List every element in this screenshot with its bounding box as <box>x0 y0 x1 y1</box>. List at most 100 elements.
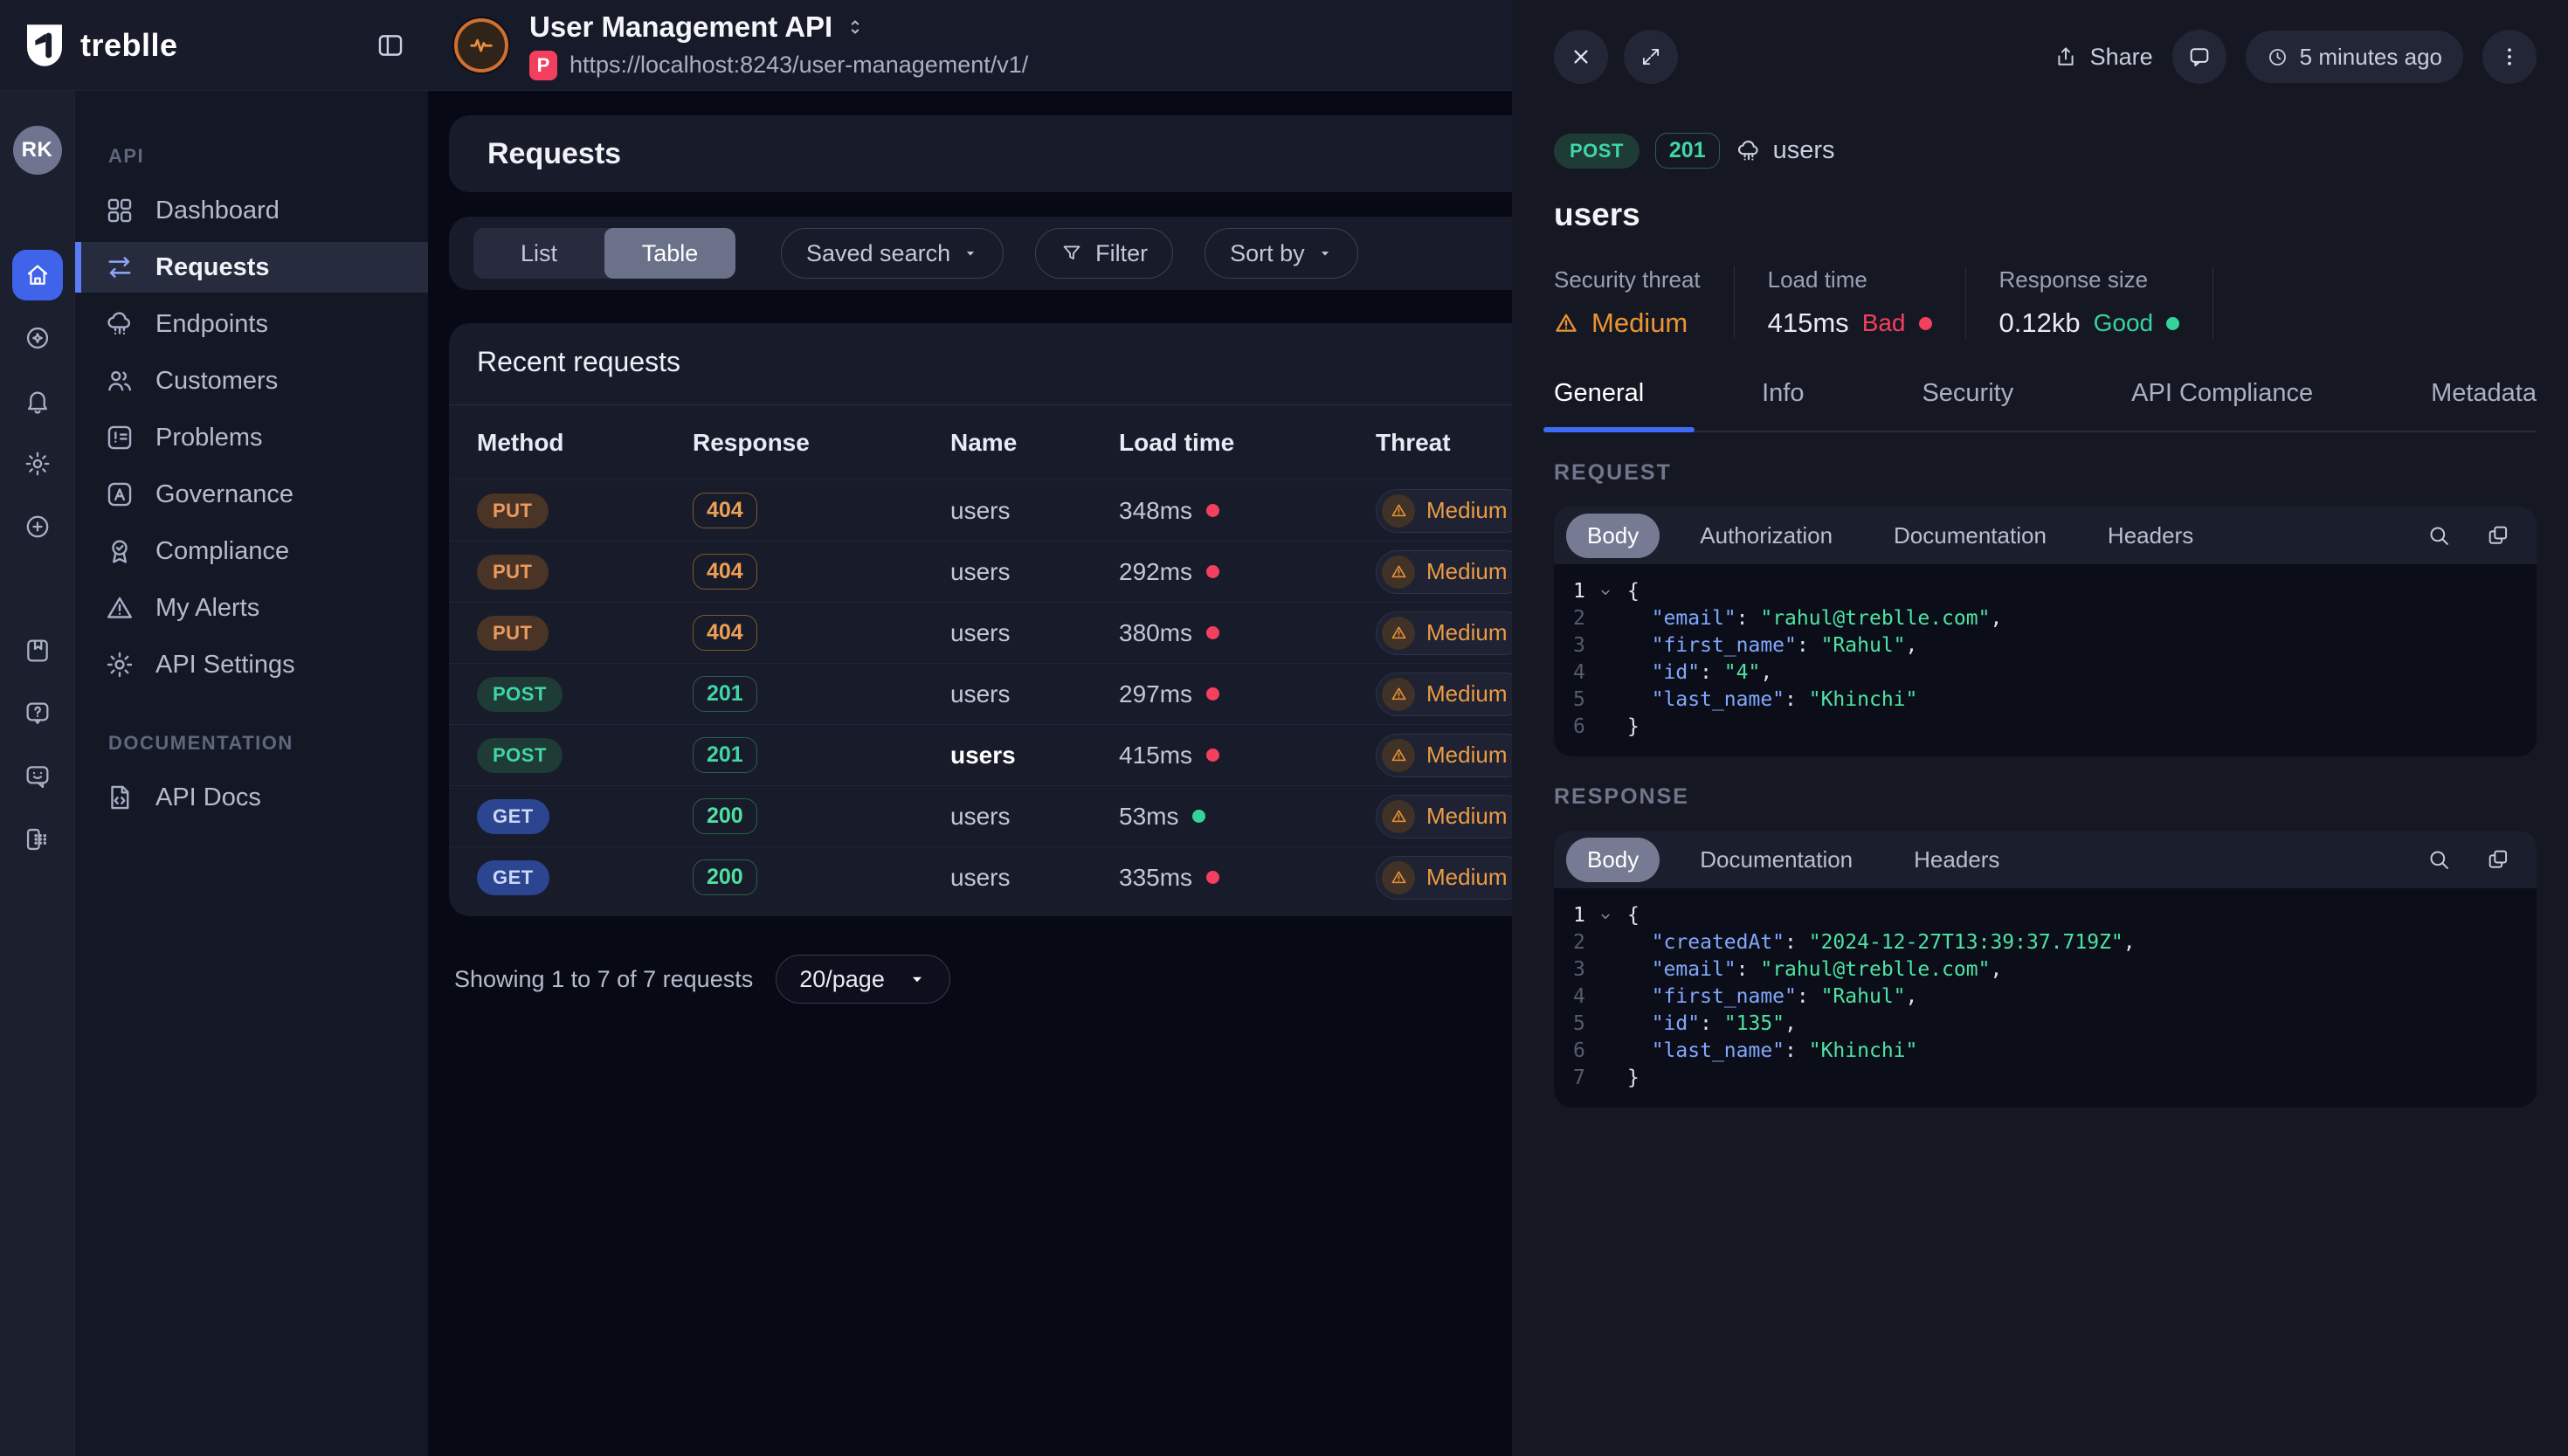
close-button[interactable] <box>1554 30 1608 84</box>
column-header: Load time <box>1119 429 1376 457</box>
table-row[interactable]: PUT404users348msMedium <box>449 480 1512 541</box>
sidebar-item-compliance[interactable]: Compliance <box>75 526 428 576</box>
environment-badge: P <box>529 51 557 80</box>
filter-button[interactable]: Filter <box>1035 228 1173 279</box>
threat-level: Medium <box>1426 864 1507 891</box>
search-icon[interactable] <box>2426 523 2451 548</box>
project-switcher[interactable]: User Management API <box>529 10 1028 44</box>
project-avatar[interactable] <box>454 18 508 72</box>
endpoints-icon <box>1736 138 1762 164</box>
rail-notifications[interactable] <box>12 376 63 426</box>
rail-home[interactable] <box>12 250 63 300</box>
expand-button[interactable] <box>1624 30 1678 84</box>
share-icon <box>2054 45 2078 69</box>
status-badge: 200 <box>693 798 757 834</box>
table-row[interactable]: GET200users335msMedium <box>449 846 1512 907</box>
rail-explore[interactable] <box>12 313 63 363</box>
drawer-topbar: Share 5 minutes ago <box>1554 30 2537 84</box>
sidebar-item-api-settings[interactable]: API Settings <box>75 639 428 690</box>
sidebar-item-api-docs[interactable]: API Docs <box>75 772 428 823</box>
fold-chevron-icon[interactable] <box>1598 908 1627 924</box>
table-row[interactable]: GET200users53msMedium <box>449 785 1512 846</box>
stat-security-threat: Security threatMedium <box>1554 266 1735 339</box>
sidebar-item-requests[interactable]: Requests <box>75 242 428 293</box>
load-time-value: 348ms <box>1119 497 1192 525</box>
load-status-dot <box>1206 749 1219 762</box>
body-tab-authorization[interactable]: Authorization <box>1679 514 1854 558</box>
filter-label: Filter <box>1095 240 1148 267</box>
sidebar-item-label: Endpoints <box>155 310 268 339</box>
rail-apps[interactable] <box>12 814 63 865</box>
page-content: Requests ListTable Saved search Filter S… <box>428 91 1512 1456</box>
help-bubble-icon <box>24 700 52 728</box>
apps-icon <box>24 825 52 853</box>
page-title-card: Requests <box>449 115 1512 192</box>
copy-icon <box>2486 523 2510 548</box>
stat-value: 415ms <box>1768 307 1849 339</box>
sidebar-collapse-icon[interactable] <box>376 31 405 60</box>
comment-button[interactable] <box>2172 30 2226 84</box>
view-option-table[interactable]: Table <box>604 228 735 279</box>
response-body-card: BodyDocumentationHeaders 1{2 "createdAt"… <box>1554 831 2537 1108</box>
table-row[interactable]: PUT404users380msMedium <box>449 602 1512 663</box>
unfold-icon <box>845 17 866 38</box>
body-tab-documentation[interactable]: Documentation <box>1679 838 1874 882</box>
timestamp-pill[interactable]: 5 minutes ago <box>2246 31 2463 83</box>
warning-icon <box>1382 800 1415 833</box>
copy-icon[interactable] <box>2486 523 2510 548</box>
body-tab-headers[interactable]: Headers <box>2087 514 2214 558</box>
threat-badge: Medium <box>1376 795 1512 838</box>
code-content: "first_name": "Rahul", <box>1627 983 1917 1011</box>
view-option-list[interactable]: List <box>473 228 604 279</box>
page-size-select[interactable]: 20/page <box>776 955 950 1004</box>
sidebar-item-my-alerts[interactable]: My Alerts <box>75 583 428 633</box>
load-status-dot <box>1206 871 1219 884</box>
sidebar-item-endpoints[interactable]: Endpoints <box>75 299 428 349</box>
body-tab-documentation[interactable]: Documentation <box>1873 514 2068 558</box>
method-badge: PUT <box>477 616 549 651</box>
sidebar-item-dashboard[interactable]: Dashboard <box>75 185 428 236</box>
user-avatar[interactable]: RK <box>13 126 62 175</box>
line-number: 2 <box>1554 605 1598 632</box>
request-name: users <box>950 497 1010 524</box>
table-row[interactable]: PUT404users292msMedium <box>449 541 1512 602</box>
search-icon[interactable] <box>2426 847 2451 872</box>
request-title: users <box>1554 197 2537 233</box>
sidebar-item-label: Dashboard <box>155 197 280 225</box>
threat-level: Medium <box>1426 742 1507 769</box>
clock-icon <box>2267 46 2288 68</box>
body-tab-body[interactable]: Body <box>1566 514 1660 558</box>
pulse-icon <box>467 31 495 59</box>
share-icon <box>2054 45 2078 69</box>
tab-security[interactable]: Security <box>1922 379 2013 431</box>
request-name: users <box>950 742 1016 769</box>
sidebar-item-problems[interactable]: Problems <box>75 412 428 463</box>
body-tab-headers[interactable]: Headers <box>1893 838 2020 882</box>
method-badge: GET <box>477 799 549 834</box>
request-name: users <box>950 803 1010 830</box>
rail-help[interactable] <box>12 688 63 739</box>
threat-badge: Medium <box>1376 673 1512 716</box>
share-button[interactable]: Share <box>2054 44 2153 71</box>
rail-library[interactable] <box>12 625 63 676</box>
rail-add[interactable] <box>12 501 63 552</box>
sort-by-button[interactable]: Sort by <box>1205 228 1358 279</box>
sidebar-item-governance[interactable]: Governance <box>75 469 428 520</box>
tab-general[interactable]: General <box>1554 379 1644 431</box>
sidebar-item-customers[interactable]: Customers <box>75 355 428 406</box>
table-row[interactable]: POST201users297msMedium <box>449 663 1512 724</box>
tab-metadata[interactable]: Metadata <box>2431 379 2537 431</box>
copy-icon[interactable] <box>2486 847 2510 872</box>
tab-api-compliance[interactable]: API Compliance <box>2131 379 2313 431</box>
fold-chevron-icon[interactable] <box>1598 584 1627 600</box>
endpoint-link[interactable]: users <box>1736 136 1835 165</box>
rail-feedback[interactable] <box>12 751 63 802</box>
saved-search-button[interactable]: Saved search <box>781 228 1004 279</box>
body-tab-body[interactable]: Body <box>1566 838 1660 882</box>
tab-info[interactable]: Info <box>1762 379 1804 431</box>
rail-settings[interactable] <box>12 438 63 489</box>
code-line: 3 "first_name": "Rahul", <box>1554 632 2537 659</box>
threat-level: Medium <box>1426 680 1507 707</box>
table-row[interactable]: POST201users415msMedium <box>449 724 1512 785</box>
more-options-button[interactable] <box>2482 30 2537 84</box>
